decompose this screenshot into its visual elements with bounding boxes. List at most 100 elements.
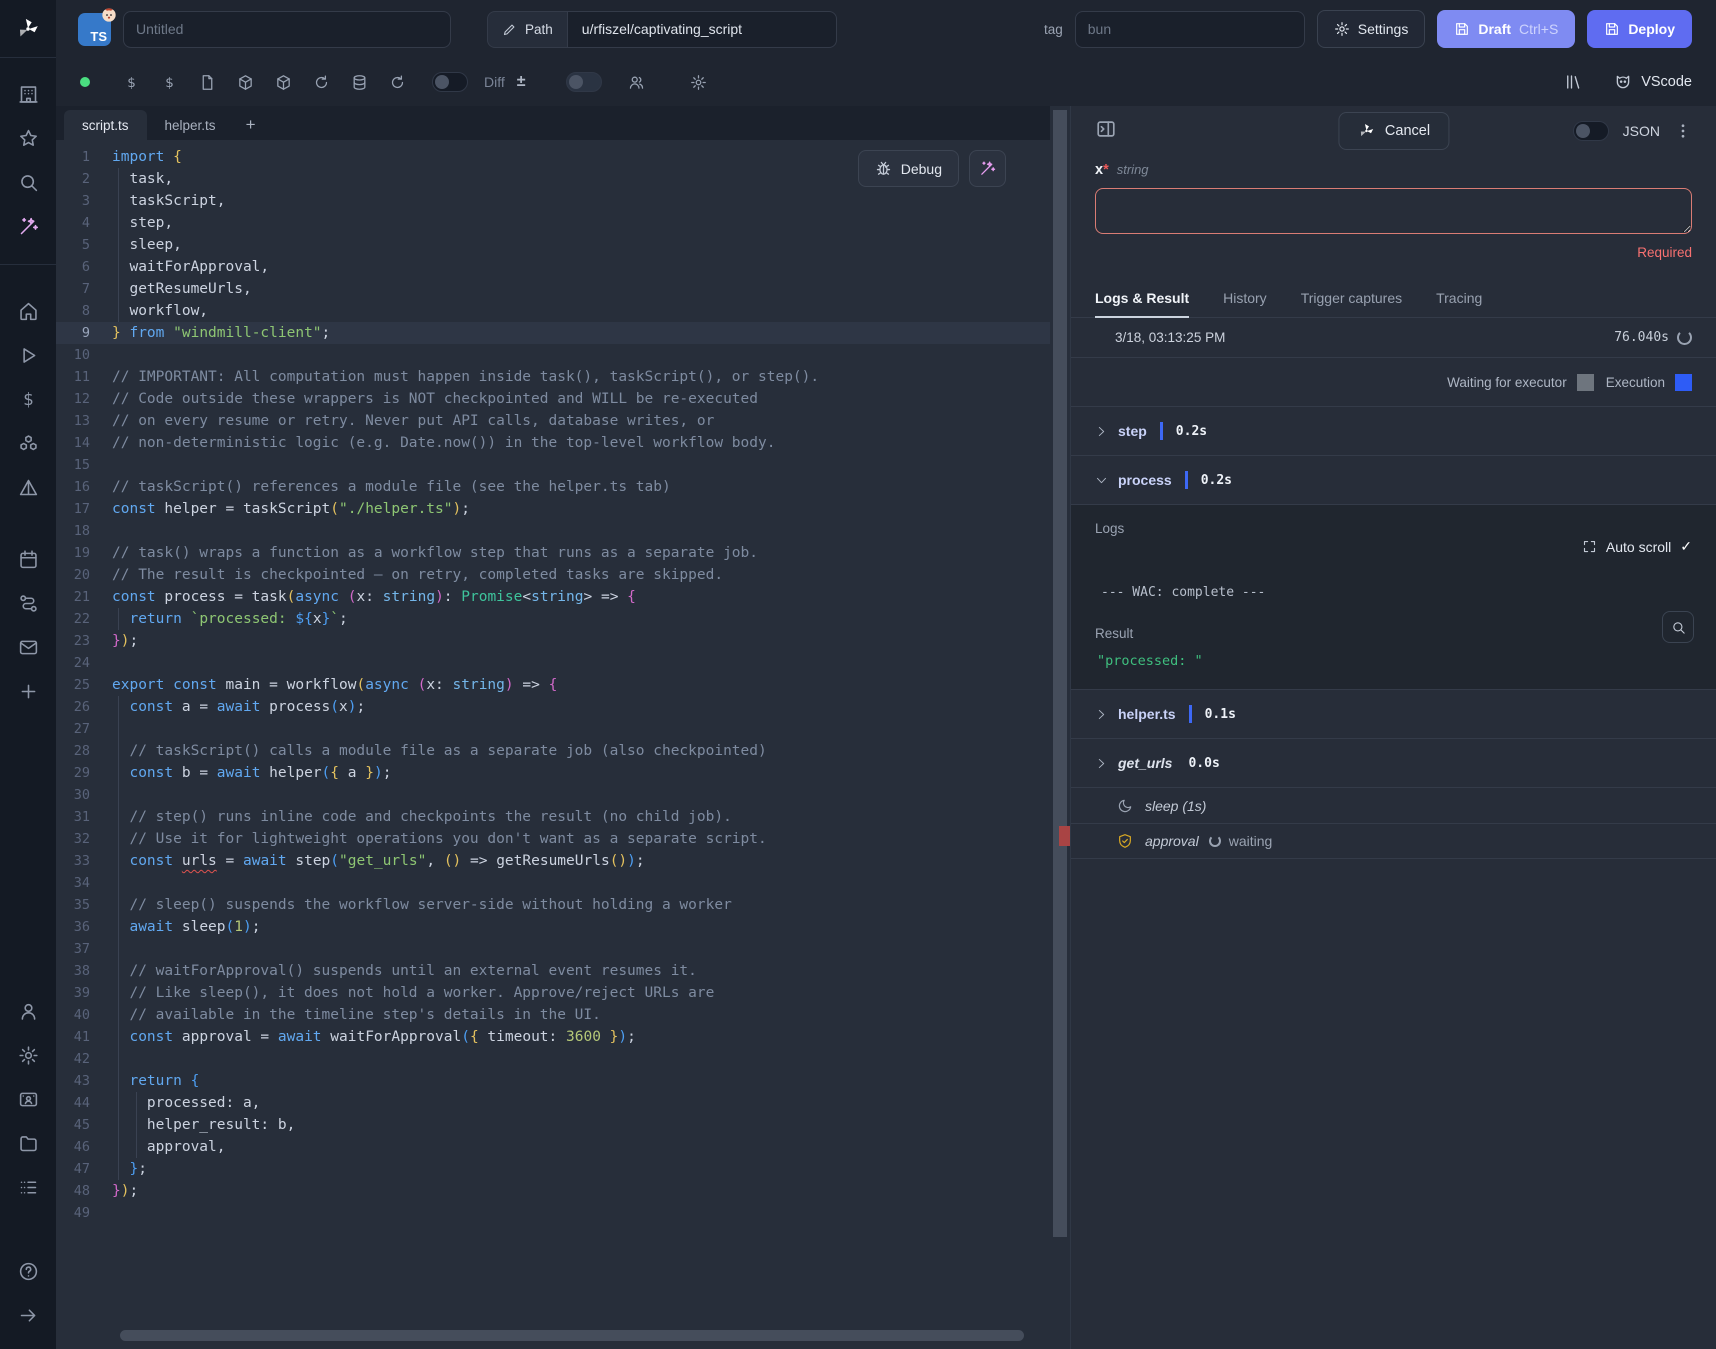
- code-line[interactable]: 35 // sleep() suspends the workflow serv…: [56, 894, 1050, 916]
- code-line[interactable]: 8 workflow,: [56, 300, 1050, 322]
- timeline-row-approval[interactable]: approval waiting: [1071, 823, 1716, 859]
- sidebar-item-star[interactable]: [8, 116, 48, 160]
- code-line[interactable]: 11// IMPORTANT: All computation must hap…: [56, 366, 1050, 388]
- tag-input[interactable]: [1075, 11, 1305, 48]
- vscode-button[interactable]: VScode: [1614, 73, 1692, 91]
- code-line[interactable]: 41 const approval = await waitForApprova…: [56, 1026, 1050, 1048]
- users-icon[interactable]: [618, 67, 656, 97]
- database-icon[interactable]: [340, 67, 378, 97]
- code-line[interactable]: 21const process = task(async (x: string)…: [56, 586, 1050, 608]
- code-line[interactable]: 37: [56, 938, 1050, 960]
- code-line[interactable]: 22 return `processed: ${x}`;: [56, 608, 1050, 630]
- run-header[interactable]: 3/18, 03:13:25 PM 76.040s: [1071, 318, 1716, 358]
- code-line[interactable]: 49: [56, 1202, 1050, 1224]
- editor-scrollbar[interactable]: [1050, 106, 1070, 1349]
- code-line[interactable]: 39 // Like sleep(), it does not hold a w…: [56, 982, 1050, 1004]
- sidebar-item-dollar[interactable]: $: [8, 377, 48, 421]
- tab-trigger-captures[interactable]: Trigger captures: [1301, 290, 1402, 317]
- code-line[interactable]: 48});: [56, 1180, 1050, 1202]
- code-line[interactable]: 40 // available in the timeline step's d…: [56, 1004, 1050, 1026]
- timeline-row-sleep[interactable]: sleep (1s): [1071, 787, 1716, 823]
- collapse-panel-icon[interactable]: [1095, 118, 1121, 144]
- sidebar-item-plus[interactable]: [8, 669, 48, 713]
- code-line[interactable]: 28 // taskScript() calls a module file a…: [56, 740, 1050, 762]
- code-line[interactable]: 30: [56, 784, 1050, 806]
- sidebar-item-building[interactable]: [8, 72, 48, 116]
- tab-tracing[interactable]: Tracing: [1436, 290, 1482, 317]
- code-line[interactable]: 36 await sleep(1);: [56, 916, 1050, 938]
- code-line[interactable]: 10: [56, 344, 1050, 366]
- code-line[interactable]: 32 // Use it for lightweight operations …: [56, 828, 1050, 850]
- plusminus-icon[interactable]: ±: [517, 73, 526, 91]
- sidebar-item-mail[interactable]: [8, 625, 48, 669]
- arg-x-input[interactable]: [1095, 188, 1692, 234]
- code-line[interactable]: 47 };: [56, 1158, 1050, 1180]
- code-line[interactable]: 5 sleep,: [56, 234, 1050, 256]
- code-line[interactable]: 29 const b = await helper({ a });: [56, 762, 1050, 784]
- code-line[interactable]: 12// Code outside these wrappers is NOT …: [56, 388, 1050, 410]
- auto-scroll-control[interactable]: Auto scroll ✓: [1095, 538, 1692, 555]
- sidebar-item-help[interactable]: [8, 1249, 48, 1293]
- code-line[interactable]: 31 // step() runs inline code and checkp…: [56, 806, 1050, 828]
- inspect-result-button[interactable]: [1662, 611, 1694, 643]
- tab-logs-result[interactable]: Logs & Result: [1095, 290, 1189, 317]
- path-value[interactable]: u/rfiszel/captivating_script: [567, 11, 837, 48]
- sidebar-item-play[interactable]: [8, 333, 48, 377]
- code-line[interactable]: 4 step,: [56, 212, 1050, 234]
- code-line[interactable]: 33 const urls = await step("get_urls", (…: [56, 850, 1050, 872]
- rotate-icon[interactable]: [378, 67, 416, 97]
- package-icon[interactable]: [226, 67, 264, 97]
- json-toggle[interactable]: [1573, 121, 1609, 141]
- draft-button[interactable]: Draft Ctrl+S: [1437, 10, 1575, 48]
- code-line[interactable]: 13// on every resume or retry. Never put…: [56, 410, 1050, 432]
- scrollbar-thumb[interactable]: [1053, 110, 1067, 1237]
- editor-settings-gear-icon[interactable]: [680, 67, 718, 97]
- code-line[interactable]: 26 const a = await process(x);: [56, 696, 1050, 718]
- code-editor[interactable]: Debug 1import {2 task,3 taskScript,4 ste…: [56, 140, 1050, 1349]
- code-line[interactable]: 17const helper = taskScript("./helper.ts…: [56, 498, 1050, 520]
- code-line[interactable]: 38 // waitForApproval() suspends until a…: [56, 960, 1050, 982]
- code-line[interactable]: 6 waitForApproval,: [56, 256, 1050, 278]
- timeline-row-step[interactable]: step 0.2s: [1071, 406, 1716, 455]
- script-name-input[interactable]: [123, 11, 451, 48]
- sidebar-item-route[interactable]: [8, 581, 48, 625]
- diff-toggle[interactable]: [432, 72, 468, 92]
- sidebar-item-id-card[interactable]: [8, 1077, 48, 1121]
- code-line[interactable]: 14// non-deterministic logic (e.g. Date.…: [56, 432, 1050, 454]
- code-line[interactable]: 20// The result is checkpointed — on ret…: [56, 564, 1050, 586]
- code-line[interactable]: 15: [56, 454, 1050, 476]
- code-line[interactable]: 45 helper_result: b,: [56, 1114, 1050, 1136]
- code-line[interactable]: 9} from "windmill-client";: [56, 322, 1050, 344]
- settings-button[interactable]: Settings: [1317, 10, 1426, 48]
- code-line[interactable]: 34: [56, 872, 1050, 894]
- code-line[interactable]: 25export const main = workflow(async (x:…: [56, 674, 1050, 696]
- tab-script-ts[interactable]: script.ts: [64, 110, 147, 140]
- windmill-logo[interactable]: [0, 0, 56, 58]
- sidebar-item-arrow-right[interactable]: [8, 1293, 48, 1337]
- cancel-button[interactable]: Cancel: [1338, 112, 1449, 150]
- sidebar-item-search[interactable]: [8, 160, 48, 204]
- code-line[interactable]: 42: [56, 1048, 1050, 1070]
- sidebar-item-user[interactable]: [8, 989, 48, 1033]
- sidebar-item-wand[interactable]: [8, 204, 48, 248]
- debug-button[interactable]: Debug: [858, 150, 959, 187]
- sidebar-item-cubes[interactable]: [8, 421, 48, 465]
- code-line[interactable]: 19// task() wraps a function as a workfl…: [56, 542, 1050, 564]
- ai-wand-button[interactable]: [969, 150, 1006, 187]
- code-line[interactable]: 27: [56, 718, 1050, 740]
- code-line[interactable]: 18: [56, 520, 1050, 542]
- timeline-row-process[interactable]: process 0.2s: [1071, 455, 1716, 504]
- code-line[interactable]: 43 return {: [56, 1070, 1050, 1092]
- timeline-row-helper[interactable]: helper.ts 0.1s: [1071, 689, 1716, 738]
- sidebar-item-home[interactable]: [8, 289, 48, 333]
- code-line[interactable]: 23});: [56, 630, 1050, 652]
- file-icon[interactable]: [188, 67, 226, 97]
- sidebar-item-gear[interactable]: [8, 1033, 48, 1077]
- code-line[interactable]: 46 approval,: [56, 1136, 1050, 1158]
- rotate-icon[interactable]: [302, 67, 340, 97]
- dollar-icon[interactable]: $: [150, 67, 188, 97]
- kebab-menu-icon[interactable]: [1674, 122, 1692, 140]
- tab-helper-ts[interactable]: helper.ts: [147, 110, 234, 140]
- sidebar-item-prism[interactable]: [8, 465, 48, 509]
- code-line[interactable]: 44 processed: a,: [56, 1092, 1050, 1114]
